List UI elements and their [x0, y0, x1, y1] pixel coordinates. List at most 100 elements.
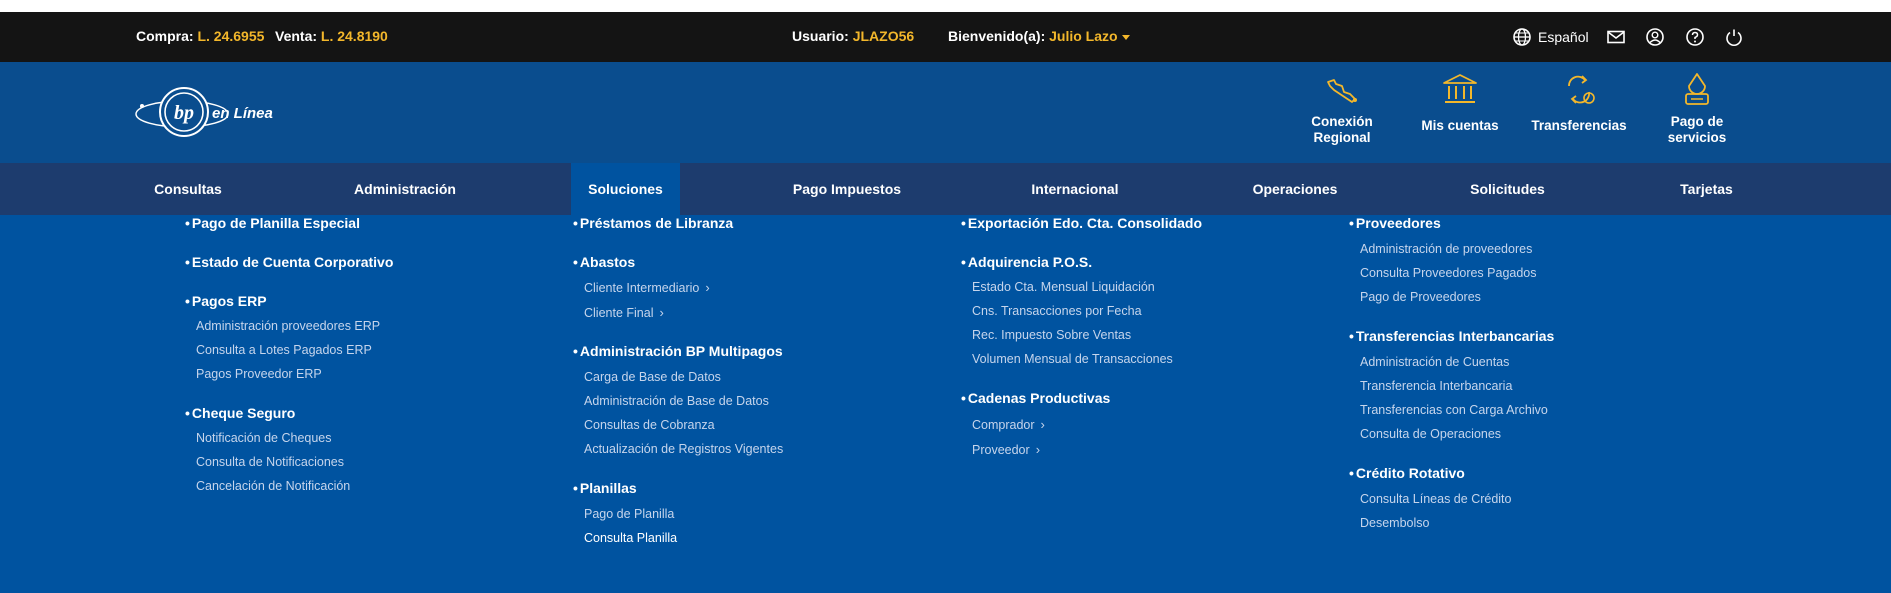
menu-link[interactable]: Carga de Base de Datos — [584, 370, 721, 384]
nav-item-solicitudes[interactable]: Solicitudes — [1450, 163, 1565, 215]
caret-down-icon — [1121, 34, 1130, 40]
menu-link[interactable]: Administración proveedores ERP — [196, 319, 380, 333]
menu-section-planilla-especial[interactable]: Pago de Planilla Especial — [185, 215, 360, 231]
quick-link-regional[interactable]: Conexión Regional — [1287, 72, 1397, 146]
nav-item-soluciones[interactable]: Soluciones — [571, 163, 680, 215]
buy-rate: Compra: L. 24.6955 — [136, 28, 264, 44]
chevron-right-icon: › — [1035, 442, 1041, 457]
chevron-right-icon: › — [705, 280, 710, 295]
nav-item-tarjetas[interactable]: Tarjetas — [1660, 163, 1753, 215]
main-nav: Consultas Administración Soluciones Pago… — [0, 163, 1891, 215]
menu-link[interactable]: Administración de Cuentas — [1360, 355, 1509, 369]
menu-section-pagos-erp[interactable]: Pagos ERP — [185, 293, 267, 309]
soluciones-dropdown: Pago de Planilla Especial Estado de Cuen… — [0, 215, 1891, 593]
sell-rate-value: L. 24.8190 — [320, 28, 388, 44]
buy-rate-value: L. 24.6955 — [197, 28, 265, 44]
menu-link-hovered[interactable]: Consulta Planilla — [584, 531, 677, 545]
menu-link[interactable]: Transferencia Interbancaria — [1360, 379, 1512, 393]
logo-text: en Línea — [212, 105, 273, 122]
menu-link[interactable]: Estado Cta. Mensual Liquidación — [972, 280, 1155, 294]
nav-item-pago-impuestos[interactable]: Pago Impuestos — [779, 163, 915, 215]
sell-rate: Venta: L. 24.8190 — [275, 28, 388, 44]
language-selector[interactable]: Español — [1538, 29, 1589, 45]
menu-link[interactable]: Consulta Líneas de Crédito — [1360, 492, 1511, 506]
menu-link[interactable]: Actualización de Registros Vigentes — [584, 442, 783, 456]
logo-mark: bp — [174, 102, 194, 124]
menu-link[interactable]: Consulta de Operaciones — [1360, 427, 1501, 441]
menu-section-credito-rotativo[interactable]: Crédito Rotativo — [1349, 465, 1465, 481]
menu-link[interactable]: Pagos Proveedor ERP — [196, 367, 322, 381]
top-bar: Compra: L. 24.6955 Venta: L. 24.8190 Usu… — [0, 12, 1891, 62]
welcome-name: Julio Lazo — [1049, 28, 1118, 44]
menu-link[interactable]: Consulta de Notificaciones — [196, 455, 344, 469]
quick-link-label-line1: Mis cuentas — [1421, 118, 1499, 133]
help-icon[interactable] — [1685, 27, 1705, 47]
user-value: JLAZO56 — [852, 28, 915, 44]
quick-link-label-line2: servicios — [1667, 130, 1727, 145]
bank-icon — [1443, 74, 1477, 103]
menu-section-cadenas[interactable]: Cadenas Productivas — [961, 390, 1110, 406]
menu-section-transferencias-interbancarias[interactable]: Transferencias Interbancarias — [1349, 328, 1554, 344]
quick-link-label-line1: Conexión — [1311, 114, 1373, 129]
power-icon[interactable] — [1724, 27, 1744, 47]
menu-section-abastos[interactable]: Abastos — [573, 254, 635, 270]
nav-item-administracion[interactable]: Administración — [340, 163, 470, 215]
chevron-right-icon: › — [1040, 417, 1045, 432]
menu-link-cliente-final[interactable]: Cliente Final › — [584, 305, 664, 320]
quick-link-services[interactable]: Pago de servicios — [1642, 72, 1752, 146]
menu-link-label: Cliente Final — [584, 306, 654, 320]
menu-section-exportacion[interactable]: Exportación Edo. Cta. Consolidado — [961, 215, 1202, 231]
menu-link[interactable]: Rec. Impuesto Sobre Ventas — [972, 328, 1131, 342]
menu-link[interactable]: Cancelación de Notificación — [196, 479, 350, 493]
quick-link-label-line2: Regional — [1313, 130, 1371, 145]
sell-rate-label: Venta: — [275, 28, 318, 44]
welcome-label: Bienvenido(a): — [948, 28, 1046, 44]
menu-link[interactable]: Pago de Planilla — [584, 507, 674, 521]
brand-header: bp en Línea Conexión Regional Mis cuenta… — [0, 62, 1891, 163]
menu-link-label: Comprador — [972, 418, 1035, 432]
menu-link[interactable]: Volumen Mensual de Transacciones — [972, 352, 1173, 366]
menu-link[interactable]: Desembolso — [1360, 516, 1429, 530]
menu-link-label: Cliente Intermediario — [584, 281, 700, 295]
menu-link[interactable]: Pago de Proveedores — [1360, 290, 1481, 304]
menu-section-planillas[interactable]: Planillas — [573, 480, 637, 496]
mail-icon[interactable] — [1606, 27, 1626, 47]
menu-link[interactable]: Administración de Base de Datos — [584, 394, 769, 408]
globe-icon[interactable] — [1512, 27, 1532, 47]
nav-item-internacional[interactable]: Internacional — [1010, 163, 1140, 215]
menu-link[interactable]: Notificación de Cheques — [196, 431, 332, 445]
menu-link-comprador[interactable]: Comprador › — [972, 417, 1045, 432]
quick-link-label-line1: Pago de — [1670, 114, 1724, 129]
menu-section-proveedores[interactable]: Proveedores — [1349, 215, 1441, 231]
chevron-right-icon: › — [659, 305, 664, 320]
menu-section-adquirencia[interactable]: Adquirencia P.O.S. — [961, 254, 1092, 270]
user-info: Usuario: JLAZO56 — [792, 28, 914, 44]
menu-section-estado-cuenta[interactable]: Estado de Cuenta Corporativo — [185, 254, 393, 270]
menu-link[interactable]: Transferencias con Carga Archivo — [1360, 403, 1548, 417]
bp-en-linea-logo[interactable]: bp en Línea — [134, 82, 274, 142]
menu-link-proveedor[interactable]: Proveedor › — [972, 442, 1040, 457]
menu-section-cheque-seguro[interactable]: Cheque Seguro — [185, 405, 295, 421]
menu-section-multipagos[interactable]: Administración BP Multipagos — [573, 343, 783, 359]
transfer-icon — [1568, 75, 1595, 104]
user-label: Usuario: — [792, 28, 849, 44]
menu-link-label: Proveedor — [972, 443, 1030, 457]
quick-link-accounts[interactable]: Mis cuentas — [1405, 72, 1515, 134]
connection-icon — [1327, 79, 1357, 103]
payment-hand-icon — [1685, 73, 1709, 105]
app-frame: Compra: L. 24.6955 Venta: L. 24.8190 Usu… — [0, 12, 1891, 593]
menu-link[interactable]: Cns. Transacciones por Fecha — [972, 304, 1142, 318]
quick-link-label-line1: Transferencias — [1531, 118, 1627, 133]
nav-item-consultas[interactable]: Consultas — [128, 163, 248, 215]
nav-item-operaciones[interactable]: Operaciones — [1235, 163, 1355, 215]
menu-section-prestamos-libranza[interactable]: Préstamos de Libranza — [573, 215, 733, 231]
menu-link[interactable]: Consultas de Cobranza — [584, 418, 715, 432]
menu-link[interactable]: Administración de proveedores — [1360, 242, 1532, 256]
menu-link[interactable]: Consulta a Lotes Pagados ERP — [196, 343, 372, 357]
welcome-menu[interactable]: Bienvenido(a): Julio Lazo — [948, 28, 1130, 44]
buy-rate-label: Compra: — [136, 28, 194, 44]
user-profile-icon[interactable] — [1645, 27, 1665, 47]
menu-link[interactable]: Consulta Proveedores Pagados — [1360, 266, 1537, 280]
menu-link-cliente-intermediario[interactable]: Cliente Intermediario › — [584, 280, 710, 295]
quick-link-transfers[interactable]: Transferencias — [1524, 72, 1634, 134]
